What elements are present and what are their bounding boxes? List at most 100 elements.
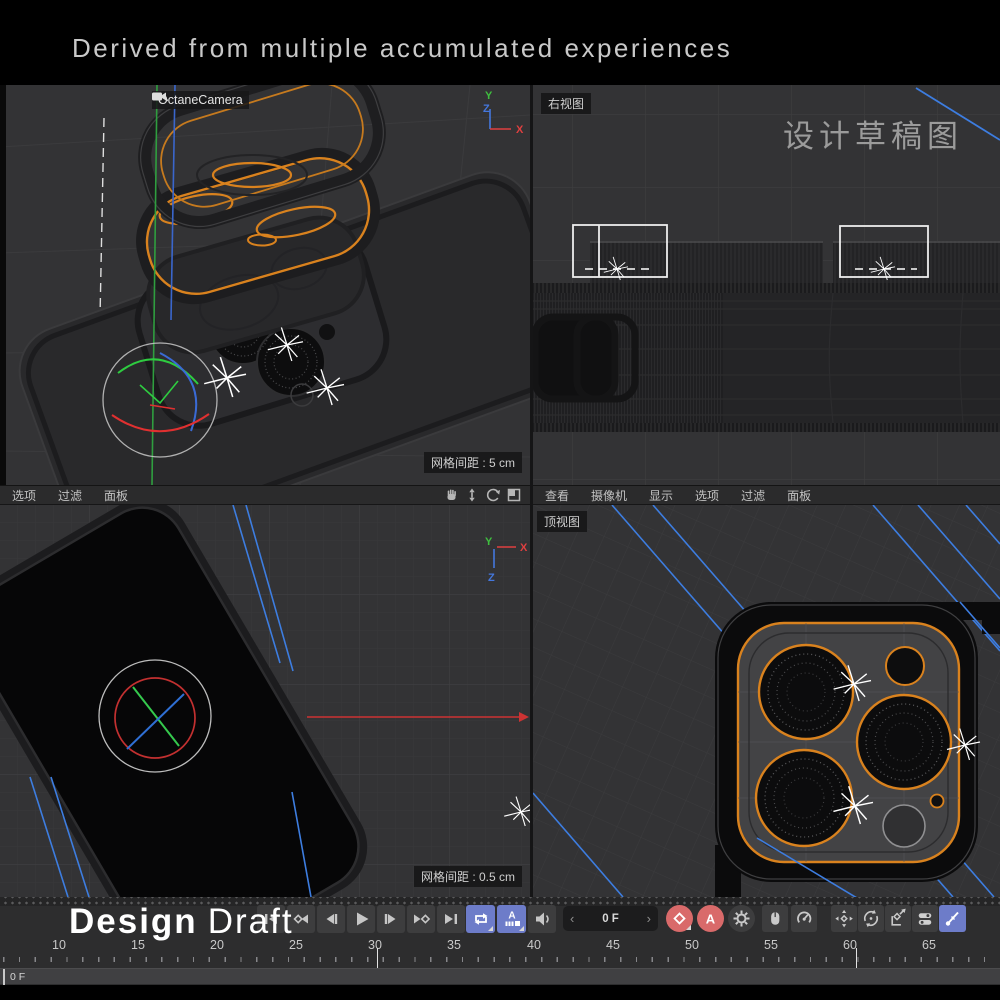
viewport-top-view[interactable]: 顶视图 <box>533 505 1000 897</box>
keyframe-controls: A <box>666 905 755 932</box>
playhead-label: 0 F <box>10 971 25 983</box>
frame-counter-value: 0 F <box>602 913 619 925</box>
menu-options[interactable]: 选项 <box>695 487 719 504</box>
next-key-button[interactable] <box>407 905 435 933</box>
frame-number[interactable]: 40 <box>519 938 549 952</box>
rotate-tool-button[interactable] <box>858 905 884 932</box>
camera-module-top <box>715 602 1000 897</box>
viewport-label[interactable]: 顶视图 <box>537 511 587 532</box>
camera-label-text: OctaneCamera <box>158 93 243 107</box>
grid-spacing-badge: 网格间距 : 0.5 cm <box>414 866 522 887</box>
mouse-mode-button[interactable] <box>762 905 788 932</box>
key-settings-button[interactable] <box>728 905 755 932</box>
bottom-black-strip <box>0 985 1000 1000</box>
next-key-icon <box>407 905 435 933</box>
scale-tool-button[interactable] <box>885 905 911 932</box>
record-key-icon <box>666 905 693 932</box>
prev-frame-icon <box>317 905 345 933</box>
record-key-button[interactable] <box>666 905 693 932</box>
sound-icon <box>528 905 556 933</box>
watermark-light: Draft <box>208 902 294 941</box>
svg-text:Y: Y <box>485 536 493 548</box>
play-icon <box>347 905 375 933</box>
svg-text:A: A <box>706 912 716 927</box>
layer-toggle-button[interactable] <box>912 905 938 932</box>
move-tool-button[interactable] <box>831 905 857 932</box>
sound-button[interactable] <box>528 905 556 933</box>
goto-end-icon <box>437 905 465 933</box>
menu-filter[interactable]: 过滤 <box>741 487 765 504</box>
viewport-front-view[interactable]: Y X Z 网格间距 : 0.5 cm <box>0 505 530 897</box>
menu-panel[interactable]: 面板 <box>787 487 811 504</box>
menu-camera[interactable]: 摄像机 <box>591 487 627 504</box>
line-tool-icon <box>939 905 966 932</box>
dial-mode-button[interactable] <box>791 905 817 932</box>
move-tool-icon <box>831 905 857 932</box>
next-frame-button[interactable] <box>377 905 405 933</box>
frame-number[interactable]: 35 <box>439 938 469 952</box>
autokey-button[interactable]: A <box>697 905 724 932</box>
layers-icon <box>912 905 938 932</box>
viewport-label[interactable]: 右视图 <box>541 93 591 114</box>
playback-option-controls: A <box>466 905 556 933</box>
axis-gizmo: Y Z X <box>483 90 524 136</box>
orbit-icon[interactable] <box>485 487 501 503</box>
pan-vertical-icon[interactable] <box>464 487 480 503</box>
banner-text: Derived from multiple accumulated experi… <box>72 33 732 64</box>
front-view-canvas[interactable]: Y X Z <box>0 505 530 897</box>
frame-number[interactable]: 30 <box>360 938 390 952</box>
camera-label[interactable]: OctaneCamera <box>152 91 249 109</box>
design-draft-watermark: Design Draft <box>69 902 294 942</box>
rotate-tool-icon <box>858 905 884 932</box>
prev-frame-button[interactable] <box>317 905 345 933</box>
frame-number[interactable]: 65 <box>914 938 944 952</box>
scale-tool-icon <box>885 905 911 932</box>
menu-display[interactable]: 显示 <box>649 487 673 504</box>
mouse-icon <box>762 905 788 932</box>
frame-decrement-chevron[interactable]: ‹ <box>570 912 574 925</box>
frame-number[interactable]: 50 <box>677 938 707 952</box>
menu-panel[interactable]: 面板 <box>104 487 128 504</box>
frame-number[interactable]: 45 <box>598 938 628 952</box>
viewport-edge <box>0 85 6 485</box>
perspective-menubar: 选项 过滤 面板 <box>0 485 530 506</box>
svg-text:A: A <box>508 911 515 922</box>
goto-end-button[interactable] <box>437 905 465 933</box>
menu-filter[interactable]: 过滤 <box>58 487 82 504</box>
next-frame-icon <box>377 905 405 933</box>
dial-icon <box>791 905 817 932</box>
watermark-bold: Design <box>69 902 198 941</box>
svg-text:Y: Y <box>485 90 493 102</box>
tool-controls <box>831 905 966 932</box>
sketch-watermark: 设计草稿图 <box>783 111 963 156</box>
menu-view[interactable]: 查看 <box>545 487 569 504</box>
right-view-menubar: 查看 摄像机 显示 选项 过滤 面板 <box>533 485 1000 506</box>
playhead[interactable] <box>3 969 5 985</box>
frame-number[interactable]: 60 <box>835 938 865 952</box>
svg-text:X: X <box>520 542 528 554</box>
line-tool-button[interactable] <box>939 905 966 932</box>
viewport-perspective[interactable]: Y Z X OctaneCamera 网格间距 : 5 cm <box>0 85 530 485</box>
timeline-slider[interactable]: 0 F <box>0 968 1000 984</box>
frame-counter-field[interactable]: ‹ 0 F › <box>563 906 658 931</box>
viewport-right-view[interactable]: 右视图 设计草稿图 <box>533 85 1000 485</box>
autokey-range-button[interactable]: A <box>497 905 526 933</box>
key-settings-icon <box>728 905 755 932</box>
svg-text:Z: Z <box>488 572 495 584</box>
top-view-canvas[interactable] <box>533 505 1000 897</box>
loop-icon <box>467 905 495 933</box>
menu-options[interactable]: 选项 <box>12 487 36 504</box>
autokey-icon: A <box>697 905 724 932</box>
input-device-controls <box>762 905 817 932</box>
perspective-canvas[interactable]: Y Z X <box>0 85 530 485</box>
loop-button[interactable] <box>466 905 495 933</box>
maximize-view-icon[interactable] <box>506 487 522 503</box>
frame-increment-chevron[interactable]: › <box>647 912 651 925</box>
frame-number[interactable]: 55 <box>756 938 786 952</box>
play-button[interactable] <box>347 905 375 933</box>
pan-hand-icon[interactable] <box>443 487 459 503</box>
grid-spacing-badge: 网格间距 : 5 cm <box>424 452 522 473</box>
top-banner: Derived from multiple accumulated experi… <box>0 0 1000 85</box>
svg-text:Z: Z <box>483 103 490 115</box>
autokey-range-icon: A <box>498 905 526 933</box>
